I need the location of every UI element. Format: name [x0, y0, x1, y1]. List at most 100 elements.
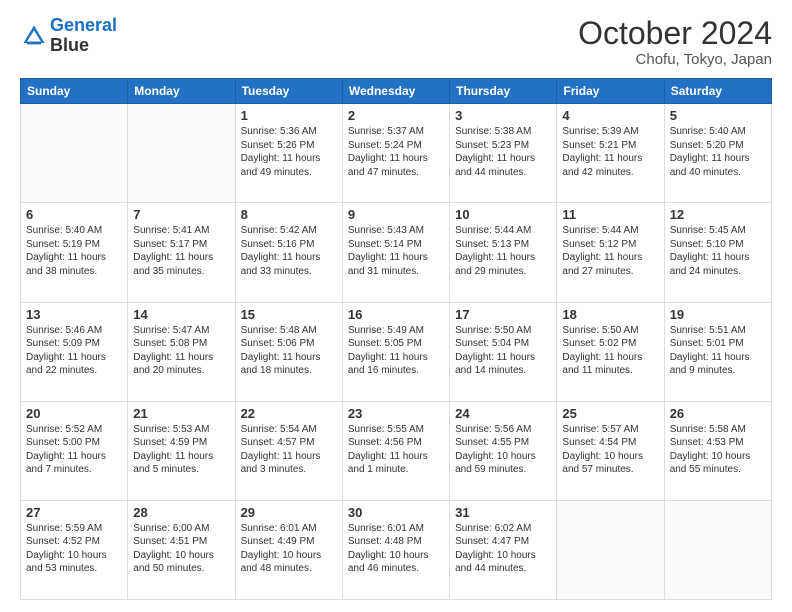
day-info: Sunrise: 5:56 AMSunset: 4:55 PMDaylight:…: [455, 423, 551, 477]
calendar-table: SundayMondayTuesdayWednesdayThursdayFrid…: [20, 78, 772, 600]
day-number: 25: [562, 406, 658, 421]
empty-cell: [664, 500, 771, 599]
daylight-text: Daylight: 10 hours and 44 minutes.: [455, 549, 551, 576]
day-info: Sunrise: 5:46 AMSunset: 5:09 PMDaylight:…: [26, 324, 122, 378]
daylight-text: Daylight: 10 hours and 48 minutes.: [241, 549, 337, 576]
weekday-header-wednesday: Wednesday: [342, 79, 449, 104]
day-number: 1: [241, 108, 337, 123]
day-number: 23: [348, 406, 444, 421]
empty-cell: [557, 500, 664, 599]
sunset-text: Sunset: 5:16 PM: [241, 238, 337, 252]
sunset-text: Sunset: 5:01 PM: [670, 337, 766, 351]
sunset-text: Sunset: 5:10 PM: [670, 238, 766, 252]
day-number: 12: [670, 207, 766, 222]
month-title: October 2024: [578, 16, 772, 51]
daylight-text: Daylight: 11 hours and 3 minutes.: [241, 450, 337, 477]
daylight-text: Daylight: 11 hours and 40 minutes.: [670, 152, 766, 179]
sunset-text: Sunset: 5:20 PM: [670, 139, 766, 153]
sunrise-text: Sunrise: 6:02 AM: [455, 522, 551, 536]
day-cell-16: 16Sunrise: 5:49 AMSunset: 5:05 PMDayligh…: [342, 302, 449, 401]
day-cell-9: 9Sunrise: 5:43 AMSunset: 5:14 PMDaylight…: [342, 203, 449, 302]
empty-cell: [21, 104, 128, 203]
daylight-text: Daylight: 11 hours and 29 minutes.: [455, 251, 551, 278]
day-cell-8: 8Sunrise: 5:42 AMSunset: 5:16 PMDaylight…: [235, 203, 342, 302]
day-info: Sunrise: 6:02 AMSunset: 4:47 PMDaylight:…: [455, 522, 551, 576]
day-cell-2: 2Sunrise: 5:37 AMSunset: 5:24 PMDaylight…: [342, 104, 449, 203]
sunset-text: Sunset: 5:24 PM: [348, 139, 444, 153]
sunset-text: Sunset: 4:51 PM: [133, 535, 229, 549]
day-info: Sunrise: 5:38 AMSunset: 5:23 PMDaylight:…: [455, 125, 551, 179]
sunrise-text: Sunrise: 5:44 AM: [455, 224, 551, 238]
day-number: 7: [133, 207, 229, 222]
daylight-text: Daylight: 11 hours and 49 minutes.: [241, 152, 337, 179]
sunrise-text: Sunrise: 5:48 AM: [241, 324, 337, 338]
day-info: Sunrise: 5:40 AMSunset: 5:19 PMDaylight:…: [26, 224, 122, 278]
header: General Blue October 2024 Chofu, Tokyo, …: [20, 16, 772, 68]
sunrise-text: Sunrise: 5:42 AM: [241, 224, 337, 238]
day-cell-26: 26Sunrise: 5:58 AMSunset: 4:53 PMDayligh…: [664, 401, 771, 500]
day-info: Sunrise: 6:00 AMSunset: 4:51 PMDaylight:…: [133, 522, 229, 576]
day-info: Sunrise: 5:36 AMSunset: 5:26 PMDaylight:…: [241, 125, 337, 179]
day-cell-23: 23Sunrise: 5:55 AMSunset: 4:56 PMDayligh…: [342, 401, 449, 500]
day-cell-15: 15Sunrise: 5:48 AMSunset: 5:06 PMDayligh…: [235, 302, 342, 401]
sunrise-text: Sunrise: 5:57 AM: [562, 423, 658, 437]
day-cell-14: 14Sunrise: 5:47 AMSunset: 5:08 PMDayligh…: [128, 302, 235, 401]
empty-cell: [128, 104, 235, 203]
weekday-header-thursday: Thursday: [450, 79, 557, 104]
sunrise-text: Sunrise: 5:41 AM: [133, 224, 229, 238]
sunset-text: Sunset: 4:48 PM: [348, 535, 444, 549]
sunrise-text: Sunrise: 5:44 AM: [562, 224, 658, 238]
sunrise-text: Sunrise: 5:53 AM: [133, 423, 229, 437]
daylight-text: Daylight: 11 hours and 44 minutes.: [455, 152, 551, 179]
day-info: Sunrise: 5:48 AMSunset: 5:06 PMDaylight:…: [241, 324, 337, 378]
day-number: 31: [455, 505, 551, 520]
title-area: October 2024 Chofu, Tokyo, Japan: [578, 16, 772, 68]
sunset-text: Sunset: 5:12 PM: [562, 238, 658, 252]
week-row-4: 20Sunrise: 5:52 AMSunset: 5:00 PMDayligh…: [21, 401, 772, 500]
sunset-text: Sunset: 4:49 PM: [241, 535, 337, 549]
daylight-text: Daylight: 10 hours and 55 minutes.: [670, 450, 766, 477]
day-number: 29: [241, 505, 337, 520]
day-cell-24: 24Sunrise: 5:56 AMSunset: 4:55 PMDayligh…: [450, 401, 557, 500]
daylight-text: Daylight: 10 hours and 46 minutes.: [348, 549, 444, 576]
day-number: 30: [348, 505, 444, 520]
day-info: Sunrise: 5:44 AMSunset: 5:13 PMDaylight:…: [455, 224, 551, 278]
day-info: Sunrise: 5:50 AMSunset: 5:02 PMDaylight:…: [562, 324, 658, 378]
sunrise-text: Sunrise: 5:54 AM: [241, 423, 337, 437]
daylight-text: Daylight: 11 hours and 22 minutes.: [26, 351, 122, 378]
page: General Blue October 2024 Chofu, Tokyo, …: [0, 0, 792, 612]
day-cell-11: 11Sunrise: 5:44 AMSunset: 5:12 PMDayligh…: [557, 203, 664, 302]
logo-text: General Blue: [50, 16, 117, 56]
sunrise-text: Sunrise: 5:52 AM: [26, 423, 122, 437]
daylight-text: Daylight: 11 hours and 7 minutes.: [26, 450, 122, 477]
day-cell-3: 3 Sunrise: 5:38 AMSunset: 5:23 PMDaylight…: [450, 104, 557, 203]
day-number: 26: [670, 406, 766, 421]
sunrise-text: Sunrise: 5:37 AM: [348, 125, 444, 139]
day-cell-27: 27Sunrise: 5:59 AMSunset: 4:52 PMDayligh…: [21, 500, 128, 599]
day-number: 5: [670, 108, 766, 123]
weekday-header-row: SundayMondayTuesdayWednesdayThursdayFrid…: [21, 79, 772, 104]
day-info: Sunrise: 5:53 AMSunset: 4:59 PMDaylight:…: [133, 423, 229, 477]
sunrise-text: Sunrise: 5:39 AM: [562, 125, 658, 139]
sunset-text: Sunset: 5:02 PM: [562, 337, 658, 351]
sunset-text: Sunset: 5:05 PM: [348, 337, 444, 351]
day-cell-25: 25Sunrise: 5:57 AMSunset: 4:54 PMDayligh…: [557, 401, 664, 500]
logo-general: General: [50, 15, 117, 35]
week-row-5: 27Sunrise: 5:59 AMSunset: 4:52 PMDayligh…: [21, 500, 772, 599]
daylight-text: Daylight: 10 hours and 57 minutes.: [562, 450, 658, 477]
sunset-text: Sunset: 5:23 PM: [455, 139, 551, 153]
sunset-text: Sunset: 5:06 PM: [241, 337, 337, 351]
sunset-text: Sunset: 4:52 PM: [26, 535, 122, 549]
daylight-text: Daylight: 11 hours and 20 minutes.: [133, 351, 229, 378]
day-cell-20: 20Sunrise: 5:52 AMSunset: 5:00 PMDayligh…: [21, 401, 128, 500]
day-number: 10: [455, 207, 551, 222]
day-number: 3: [455, 108, 551, 123]
day-cell-4: 4Sunrise: 5:39 AMSunset: 5:21 PMDaylight…: [557, 104, 664, 203]
sunrise-text: Sunrise: 5:45 AM: [670, 224, 766, 238]
sunset-text: Sunset: 4:47 PM: [455, 535, 551, 549]
week-row-1: 1 Sunrise: 5:36 AMSunset: 5:26 PMDaylight…: [21, 104, 772, 203]
day-info: Sunrise: 6:01 AMSunset: 4:48 PMDaylight:…: [348, 522, 444, 576]
weekday-header-saturday: Saturday: [664, 79, 771, 104]
sunrise-text: Sunrise: 5:46 AM: [26, 324, 122, 338]
day-info: Sunrise: 5:59 AMSunset: 4:52 PMDaylight:…: [26, 522, 122, 576]
